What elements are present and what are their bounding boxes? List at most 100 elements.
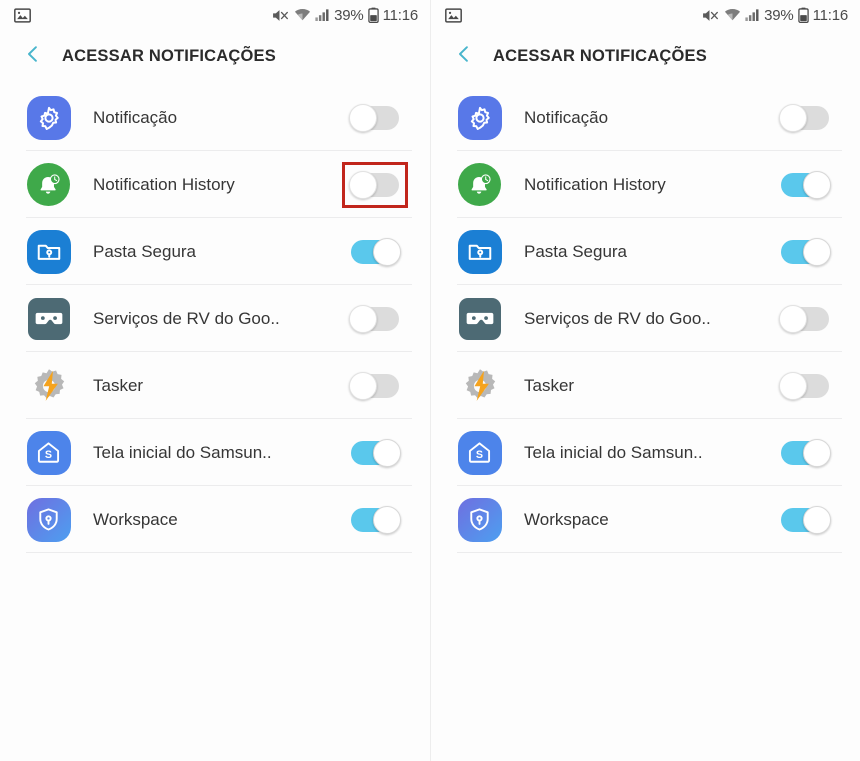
list-item[interactable]: S Tela inicial do Samsun..: [0, 419, 430, 486]
toggle-track[interactable]: [349, 371, 399, 400]
toggle-track[interactable]: [779, 103, 829, 132]
toggle-track[interactable]: [781, 505, 831, 534]
toggle-track[interactable]: [781, 237, 831, 266]
secure-folder-icon: [457, 229, 502, 274]
toggle-knob: [373, 237, 401, 266]
wifi-icon: [724, 8, 741, 22]
notification-access-list: Notificação Notification History Pasta S…: [0, 82, 430, 553]
cellular-signal-icon: [745, 8, 760, 22]
toggle-track[interactable]: [349, 103, 399, 132]
list-item-label: Notification History: [524, 174, 666, 194]
samsung-home-icon: S: [26, 430, 71, 475]
vr-headset-icon: [457, 296, 502, 341]
list-item-label: Serviços de RV do Goo..: [93, 308, 280, 328]
tasker-gear-bolt-icon: [26, 363, 71, 408]
battery-icon: [797, 7, 809, 23]
wifi-icon: [294, 8, 311, 22]
page-title: ACESSAR NOTIFICAÇÕES: [493, 46, 707, 65]
toggle-track[interactable]: [351, 438, 401, 467]
app-bar: ACESSAR NOTIFICAÇÕES: [0, 30, 430, 82]
list-item-label: Tasker: [93, 375, 144, 395]
notification-access-toggle[interactable]: [342, 497, 408, 543]
toggle-knob: [349, 103, 377, 132]
list-item[interactable]: Pasta Segura: [431, 218, 860, 285]
toggle-knob: [803, 237, 831, 266]
notification-access-toggle[interactable]: [772, 363, 838, 409]
list-item[interactable]: Notificação: [431, 84, 860, 151]
image-icon: [14, 7, 31, 23]
list-item[interactable]: Notification History: [431, 151, 860, 218]
notification-access-toggle[interactable]: [772, 162, 838, 208]
notification-access-toggle[interactable]: [342, 161, 408, 208]
app-bar: ACESSAR NOTIFICAÇÕES: [431, 30, 860, 82]
notification-access-toggle[interactable]: [342, 95, 408, 141]
toggle-knob: [373, 505, 401, 534]
list-item[interactable]: Notification History: [0, 151, 430, 218]
toggle-knob: [349, 371, 377, 400]
list-item[interactable]: Tasker: [431, 352, 860, 419]
toggle-knob: [373, 438, 401, 467]
clock-time: 11:16: [382, 6, 419, 24]
notification-access-toggle[interactable]: [772, 430, 838, 476]
toggle-track[interactable]: [779, 304, 829, 333]
toggle-track[interactable]: [351, 505, 401, 534]
list-item[interactable]: S Tela inicial do Samsun..: [431, 419, 860, 486]
secure-folder-icon: [26, 229, 71, 274]
list-item-label: Tela inicial do Samsun..: [524, 442, 703, 462]
toggle-track[interactable]: [351, 237, 401, 266]
clock-time: 11:16: [812, 6, 849, 24]
toggle-knob: [349, 304, 377, 333]
notification-access-toggle[interactable]: [342, 363, 408, 409]
toggle-knob: [779, 304, 807, 333]
toggle-track[interactable]: [781, 438, 831, 467]
vr-headset-icon: [26, 296, 71, 341]
back-button[interactable]: [16, 39, 50, 73]
back-chevron-icon: [22, 43, 44, 70]
svg-text:S: S: [45, 449, 52, 461]
phone-screen-left: 39% 11:16 ACESSAR NOTIFICAÇÕES Notificação…: [0, 0, 430, 761]
sound-muted-icon: [272, 8, 290, 23]
list-item-label: Workspace: [93, 509, 178, 529]
list-item[interactable]: Notificação: [0, 84, 430, 151]
list-item-label: Pasta Segura: [93, 241, 197, 261]
notification-access-toggle[interactable]: [342, 430, 408, 476]
cellular-signal-icon: [315, 8, 330, 22]
list-item[interactable]: Pasta Segura: [0, 218, 430, 285]
notification-access-toggle[interactable]: [772, 497, 838, 543]
battery-percent: 39%: [764, 6, 794, 24]
notification-access-toggle[interactable]: [342, 296, 408, 342]
list-item[interactable]: Tasker: [0, 352, 430, 419]
toggle-track[interactable]: [779, 371, 829, 400]
workspace-shield-icon: [457, 497, 502, 542]
battery-icon: [367, 7, 379, 23]
toggle-track[interactable]: [349, 170, 399, 199]
tasker-gear-bolt-icon: [457, 363, 502, 408]
toggle-track[interactable]: [349, 304, 399, 333]
list-item[interactable]: Workspace: [431, 486, 860, 553]
samsung-home-icon: S: [457, 430, 502, 475]
list-item-label: Notification History: [93, 174, 235, 194]
back-chevron-icon: [453, 43, 475, 70]
phone-screen-right: 39% 11:16 ACESSAR NOTIFICAÇÕES Notificação…: [430, 0, 860, 761]
list-item-label: Notificação: [93, 107, 178, 127]
list-item-label: Tela inicial do Samsun..: [93, 442, 272, 462]
notification-access-toggle[interactable]: [772, 95, 838, 141]
notification-history-icon: [457, 162, 502, 207]
notification-access-toggle[interactable]: [772, 229, 838, 275]
list-item[interactable]: Serviços de RV do Goo..: [431, 285, 860, 352]
list-item[interactable]: Serviços de RV do Goo..: [0, 285, 430, 352]
toggle-knob: [779, 371, 807, 400]
toggle-knob: [803, 438, 831, 467]
back-button[interactable]: [447, 39, 481, 73]
notification-access-list: Notificação Notification History Pasta S…: [431, 82, 860, 553]
workspace-shield-icon: [26, 497, 71, 542]
toggle-track[interactable]: [781, 170, 831, 199]
toggle-knob: [803, 505, 831, 534]
status-bar: 39% 11:16: [0, 0, 430, 30]
status-bar: 39% 11:16: [431, 0, 860, 30]
notification-history-icon: [26, 162, 71, 207]
list-item[interactable]: Workspace: [0, 486, 430, 553]
notification-access-toggle[interactable]: [342, 229, 408, 275]
toggle-knob: [779, 103, 807, 132]
notification-access-toggle[interactable]: [772, 296, 838, 342]
